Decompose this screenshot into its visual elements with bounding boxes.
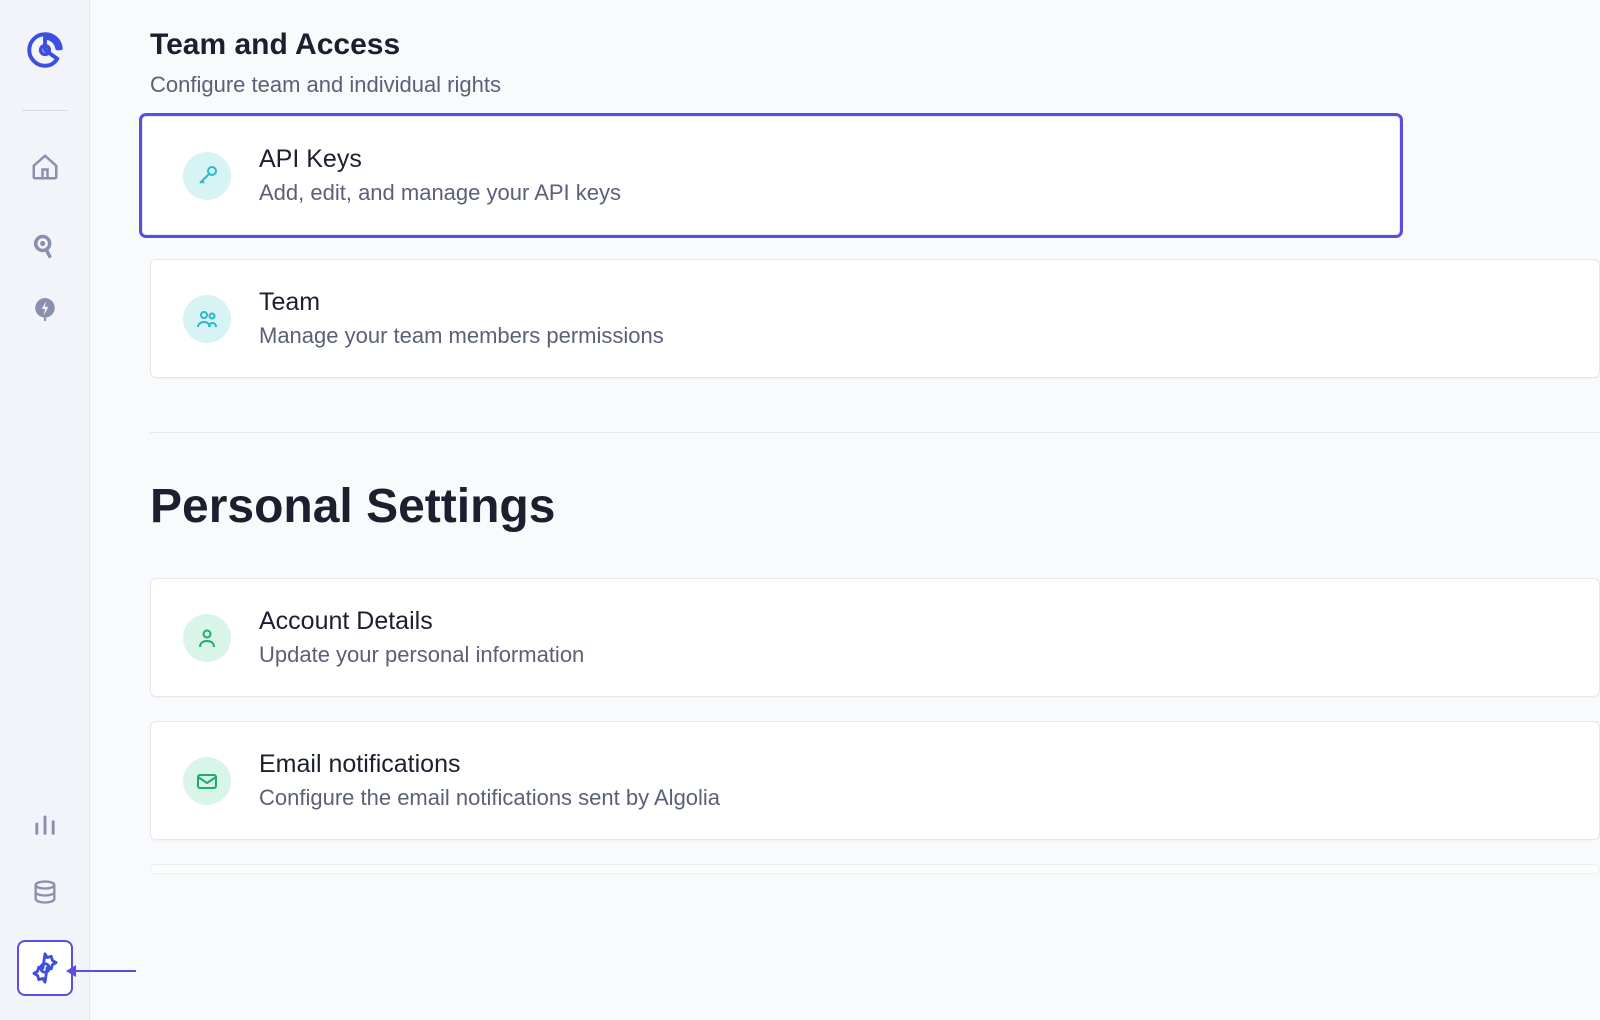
- main-content: Team and Access Configure team and indiv…: [90, 0, 1600, 1020]
- team-icon: [183, 295, 231, 343]
- logo-algolia[interactable]: [23, 28, 67, 72]
- section-divider: [150, 432, 1600, 433]
- card-title: Email notifications: [259, 750, 720, 779]
- card-account-details[interactable]: Account Details Update your personal inf…: [150, 578, 1600, 697]
- card-peek-next[interactable]: [150, 864, 1600, 874]
- team-access-heading: Team and Access: [150, 28, 1600, 62]
- magnifier-icon: [31, 233, 59, 261]
- card-email-notifications[interactable]: Email notifications Configure the email …: [150, 721, 1600, 840]
- algolia-logo-icon: [24, 29, 66, 71]
- user-icon: [183, 614, 231, 662]
- sidebar-item-ai[interactable]: [25, 289, 65, 329]
- mail-icon: [183, 757, 231, 805]
- personal-settings-heading: Personal Settings: [150, 479, 1600, 534]
- card-desc: Update your personal information: [259, 642, 584, 668]
- database-icon: [31, 878, 59, 906]
- card-team[interactable]: Team Manage your team members permission…: [150, 259, 1600, 378]
- key-icon: [183, 152, 231, 200]
- lightning-circle-icon: [32, 296, 58, 322]
- sidebar-item-settings[interactable]: [17, 940, 73, 996]
- card-desc: Configure the email notifications sent b…: [259, 785, 720, 811]
- sidebar-item-data[interactable]: [25, 872, 65, 912]
- card-title: Team: [259, 288, 664, 317]
- card-title: Account Details: [259, 607, 584, 636]
- card-title: API Keys: [259, 145, 621, 174]
- card-api-keys[interactable]: API Keys Add, edit, and manage your API …: [142, 116, 1400, 235]
- card-desc: Add, edit, and manage your API keys: [259, 180, 621, 206]
- home-icon: [30, 152, 60, 182]
- sidebar-item-home[interactable]: [25, 147, 65, 187]
- sidebar-divider: [22, 110, 68, 111]
- team-access-subtitle: Configure team and individual rights: [150, 72, 1600, 98]
- card-desc: Manage your team members permissions: [259, 323, 664, 349]
- annotation-arrow: [76, 970, 136, 972]
- gear-icon: [28, 951, 62, 985]
- sidebar-item-analytics[interactable]: [25, 804, 65, 844]
- sidebar-item-search[interactable]: [25, 227, 65, 267]
- bar-chart-icon: [31, 810, 59, 838]
- sidebar: [0, 0, 90, 1020]
